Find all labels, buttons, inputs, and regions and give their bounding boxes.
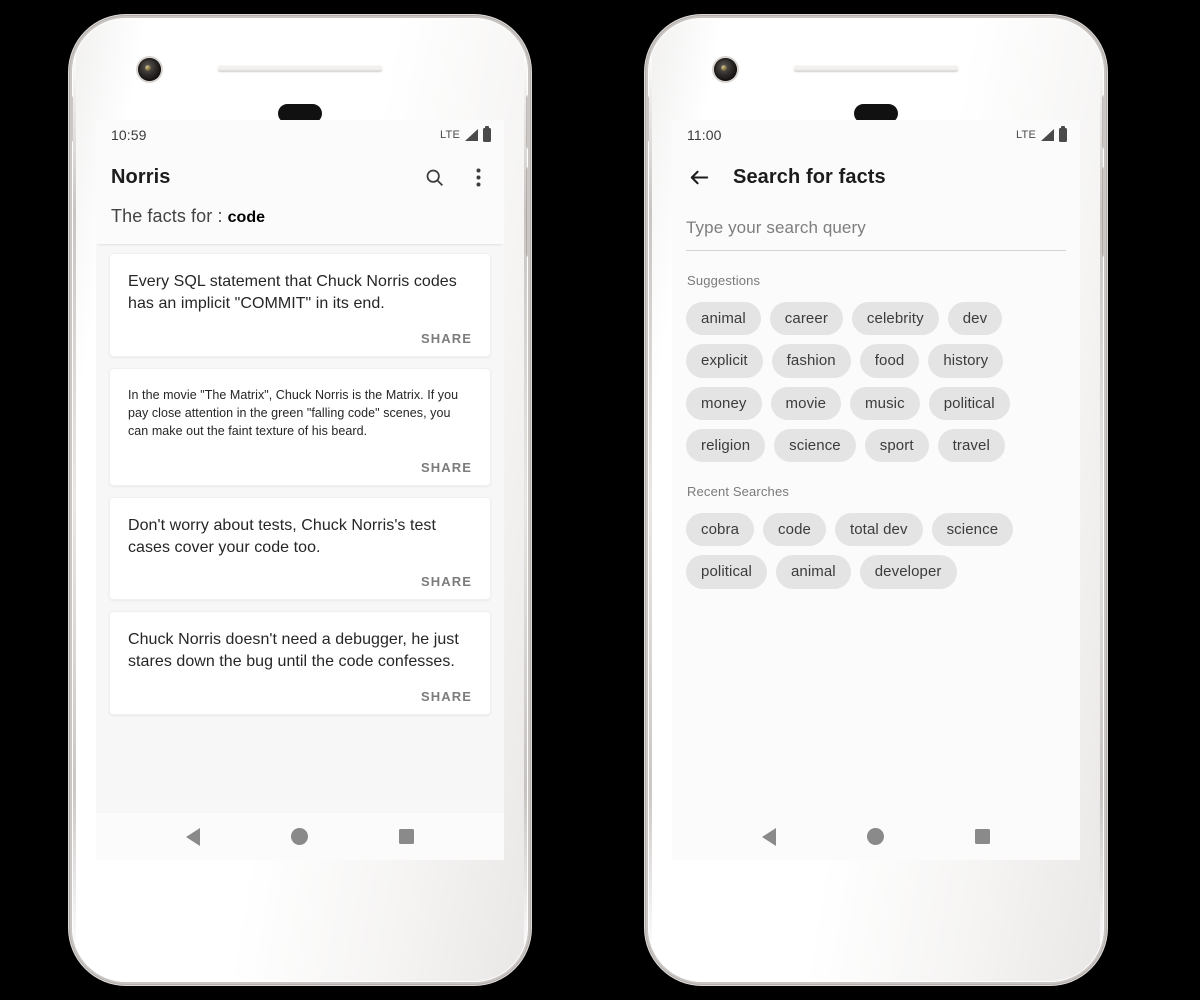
page-title: Search for facts: [733, 165, 886, 188]
volume-button[interactable]: [1103, 168, 1104, 256]
home-circle-icon[interactable]: [866, 828, 884, 845]
fact-card[interactable]: Every SQL statement that Chuck Norris co…: [109, 253, 491, 357]
facts-subtitle-row: The facts for : code: [96, 204, 504, 244]
app-bar: Norris: [96, 150, 504, 204]
suggestion-chip[interactable]: music: [850, 386, 920, 420]
front-camera-icon: [138, 58, 161, 81]
recent-search-chip[interactable]: total dev: [834, 513, 923, 547]
suggestion-chip[interactable]: animal: [686, 302, 761, 336]
recent-search-chip[interactable]: science: [931, 513, 1014, 547]
suggestions-label: Suggestions: [687, 273, 761, 288]
status-time: 10:59: [111, 127, 147, 143]
search-app-bar: Search for facts: [672, 150, 1080, 204]
recent-search-chip[interactable]: code: [763, 513, 826, 547]
signal-strength-icon: [465, 129, 478, 141]
more-vertical-icon[interactable]: [466, 165, 490, 189]
share-button[interactable]: SHARE: [421, 574, 472, 589]
arrow-left-icon[interactable]: [687, 165, 711, 189]
battery-icon: [1059, 128, 1067, 142]
fact-text: Chuck Norris doesn't need a debugger, he…: [128, 631, 459, 671]
frame-rim-left: [73, 48, 76, 952]
recent-search-chip[interactable]: political: [686, 555, 767, 589]
phone-body: 11:00 LTE Search for facts Type your sea…: [648, 18, 1104, 982]
screen-left: 10:59 LTE Norris The facts for: code Ev…: [96, 120, 504, 860]
share-button[interactable]: SHARE: [421, 331, 472, 346]
screen-right: 11:00 LTE Search for facts Type your sea…: [672, 120, 1080, 860]
battery-icon: [483, 128, 491, 142]
power-button[interactable]: [527, 96, 528, 148]
signal-strength-icon: [1041, 129, 1054, 141]
share-button[interactable]: SHARE: [421, 689, 472, 704]
volume-button[interactable]: [527, 168, 528, 256]
recent-searches-label: Recent Searches: [687, 484, 789, 499]
android-nav-bar: [672, 813, 1080, 860]
share-row: SHARE: [128, 331, 472, 346]
app-bar-actions: [422, 165, 490, 189]
phone-body: 10:59 LTE Norris The facts for: code Ev…: [72, 18, 528, 982]
back-triangle-icon[interactable]: [185, 827, 200, 846]
facts-subtitle-prefix: The facts for :: [111, 206, 228, 226]
status-indicators: LTE: [440, 128, 491, 142]
fact-card[interactable]: Chuck Norris doesn't need a debugger, he…: [109, 611, 491, 715]
suggestion-chip-group: animal career celebrity dev explicit fas…: [686, 302, 1066, 462]
search-input-placeholder: Type your search query: [686, 218, 866, 237]
suggestion-chip[interactable]: explicit: [686, 344, 763, 378]
power-button[interactable]: [1103, 96, 1104, 148]
suggestion-chip[interactable]: religion: [686, 428, 766, 462]
home-circle-icon[interactable]: [290, 828, 308, 845]
fact-card[interactable]: Don't worry about tests, Chuck Norris's …: [109, 496, 491, 601]
recent-search-chip[interactable]: cobra: [686, 513, 755, 547]
suggestion-chip[interactable]: history: [928, 344, 1004, 378]
suggestion-chip[interactable]: career: [769, 302, 843, 336]
suggestion-chip[interactable]: science: [774, 428, 856, 462]
search-input[interactable]: Type your search query: [686, 218, 1066, 251]
app-title: Norris: [111, 165, 171, 188]
back-triangle-icon[interactable]: [761, 827, 776, 846]
share-row: SHARE: [128, 574, 472, 589]
status-bar: 10:59 LTE: [96, 120, 504, 150]
fact-text: In the movie "The Matrix", Chuck Norris …: [128, 387, 459, 438]
fact-text: Don't worry about tests, Chuck Norris's …: [128, 516, 436, 556]
suggestion-chip[interactable]: celebrity: [851, 302, 939, 336]
facts-subtitle-query: code: [227, 209, 265, 226]
recents-square-icon[interactable]: [399, 829, 415, 844]
sim-tray: [648, 96, 649, 142]
recent-search-chip-group: cobra code total dev science political a…: [686, 513, 1066, 589]
recent-search-chip[interactable]: animal: [775, 555, 851, 589]
recents-square-icon[interactable]: [975, 829, 991, 844]
share-button[interactable]: SHARE: [421, 460, 472, 475]
suggestion-chip[interactable]: movie: [770, 386, 842, 420]
search-content: Type your search query Suggestions anima…: [672, 204, 1080, 813]
recent-search-chip[interactable]: developer: [859, 555, 957, 589]
suggestion-chip[interactable]: fashion: [771, 344, 851, 378]
front-camera-icon: [714, 58, 737, 81]
phone-device-right: 11:00 LTE Search for facts Type your sea…: [648, 18, 1104, 982]
android-nav-bar: [96, 813, 504, 860]
suggestion-chip[interactable]: food: [859, 344, 920, 378]
suggestion-chip[interactable]: travel: [937, 428, 1005, 462]
fact-text: Every SQL statement that Chuck Norris co…: [128, 273, 457, 312]
network-type-label: LTE: [440, 129, 460, 141]
status-bar: 11:00 LTE: [672, 120, 1080, 150]
phone-device-left: 10:59 LTE Norris The facts for: code Ev…: [72, 18, 528, 982]
search-icon[interactable]: [422, 165, 446, 189]
earpiece-speaker: [217, 65, 383, 72]
share-row: SHARE: [128, 460, 472, 475]
fact-list[interactable]: Every SQL statement that Chuck Norris co…: [96, 244, 504, 813]
status-time: 11:00: [687, 127, 722, 143]
suggestion-chip[interactable]: money: [686, 386, 762, 420]
network-type-label: LTE: [1016, 129, 1036, 141]
status-indicators: LTE: [1016, 128, 1067, 142]
fact-card[interactable]: In the movie "The Matrix", Chuck Norris …: [109, 367, 491, 486]
share-row: SHARE: [128, 689, 472, 704]
frame-rim-left: [649, 48, 652, 952]
suggestion-chip[interactable]: sport: [864, 428, 929, 462]
suggestion-chip[interactable]: dev: [947, 302, 1003, 336]
earpiece-speaker: [793, 65, 959, 72]
suggestion-chip[interactable]: political: [928, 386, 1010, 420]
sim-tray: [72, 96, 73, 142]
